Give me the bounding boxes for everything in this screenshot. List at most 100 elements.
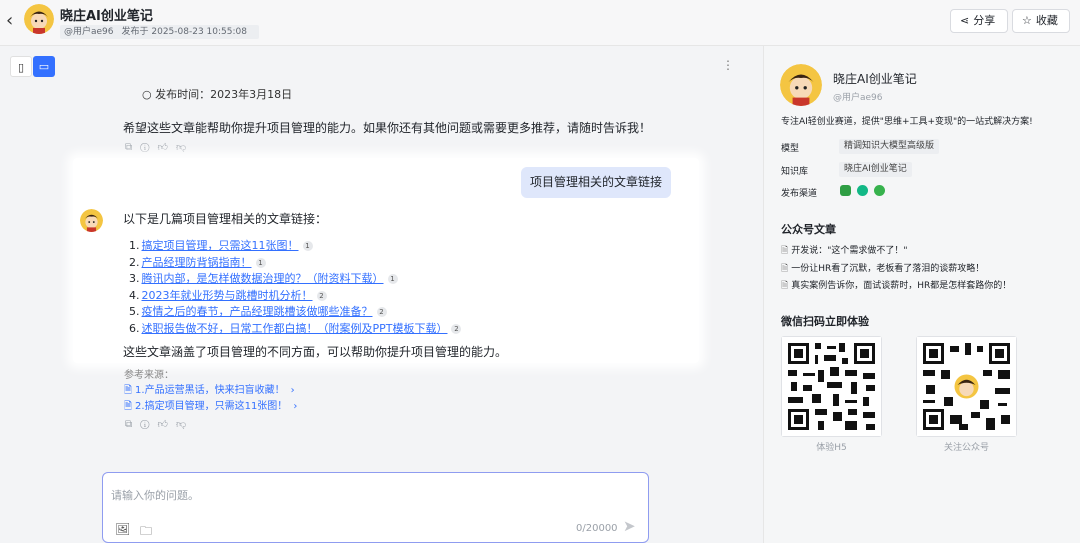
- desktop-view-button[interactable]: ▭: [33, 56, 55, 77]
- list-item: 2. 产品经理防背锅指南！ 1: [129, 255, 461, 272]
- favorite-label: 收藏: [1035, 14, 1058, 27]
- reference-text: 2.搞定项目管理，只需这11张图！: [135, 401, 288, 412]
- profile-name: 晓庄AI创业笔记: [833, 72, 917, 86]
- channel-icon[interactable]: [874, 185, 885, 196]
- citation-badge[interactable]: 2: [316, 290, 327, 301]
- article-link[interactable]: 搞定项目管理，只需这11张图！: [142, 239, 299, 252]
- copy-icon[interactable]: ⧉: [125, 419, 140, 430]
- folder-icon[interactable]: 🗀: [140, 522, 152, 543]
- article-item[interactable]: 🗎 开发说："这个需求做不了！": [781, 243, 908, 259]
- input-placeholder: 请输入你的问题。: [111, 489, 199, 502]
- info-icon[interactable]: ⓘ: [140, 142, 157, 153]
- publish-date: 发布于 2025-08-23 10:55:08: [121, 27, 247, 37]
- chevron-right-icon: ›: [293, 401, 298, 412]
- channel-icon[interactable]: [857, 185, 868, 196]
- link-number: 5.: [129, 305, 140, 318]
- official-account-qr-label: 关注公众号: [943, 443, 989, 453]
- message-actions: ⧉ⓘ👍︎👎︎: [125, 418, 194, 430]
- h5-qr-label: 体验H5: [816, 443, 847, 453]
- assistant-avatar: [80, 209, 103, 232]
- article-title: 真实案例告诉你，面试谈薪时，HR都是怎样套路你的！: [791, 281, 1012, 291]
- mobile-icon: ▯: [17, 61, 25, 74]
- link-number: 1.: [129, 239, 140, 252]
- author-meta: @用户ae96 发布于 2025-08-23 10:55:08: [60, 25, 259, 39]
- info-icon[interactable]: ⓘ: [140, 419, 157, 430]
- link-number: 3.: [129, 272, 140, 285]
- avatar[interactable]: [24, 4, 54, 34]
- document-icon: 🗎: [781, 264, 789, 274]
- star-icon: ☆: [1022, 14, 1032, 27]
- profile-username: @用户ae96: [833, 93, 883, 103]
- channel-label: 发布渠道: [781, 189, 818, 199]
- share-button[interactable]: ⋖ 分享: [950, 9, 1008, 33]
- article-link[interactable]: 2023年就业形势与跳槽时机分析！: [142, 289, 313, 302]
- citation-badge[interactable]: 2: [451, 323, 462, 334]
- list-item: 4. 2023年就业形势与跳槽时机分析！ 2: [129, 288, 461, 305]
- reference-label: 参考来源：: [124, 370, 174, 381]
- message-actions: ⧉ⓘ👍︎👎︎: [125, 141, 194, 153]
- profile-avatar: [780, 64, 822, 106]
- article-item[interactable]: 🗎 一份让HR看了沉默，老板看了落泪的谈薪攻略！: [781, 261, 984, 277]
- mobile-view-button[interactable]: ▯: [10, 56, 32, 77]
- citation-badge[interactable]: 1: [255, 257, 266, 268]
- back-arrow-icon[interactable]: ‹: [6, 12, 20, 30]
- share-icon: ⋖: [960, 14, 970, 27]
- qr-section-title: 微信扫码立即体验: [781, 315, 869, 328]
- page-title: 晓庄AI创业笔记: [60, 9, 153, 24]
- model-value: 精调知识大模型高级版: [839, 139, 940, 154]
- model-label: 模型: [781, 144, 800, 154]
- thumbs-down-icon[interactable]: 👎︎: [176, 142, 194, 153]
- user-message-bubble: 项目管理相关的文章链接: [521, 167, 671, 198]
- share-label: 分享: [973, 14, 996, 27]
- h5-qr-code: [781, 336, 882, 437]
- article-title: 一份让HR看了沉默，老板看了落泪的谈薪攻略！: [791, 264, 985, 274]
- document-icon: 🗎: [781, 246, 789, 256]
- article-link[interactable]: 述职报告做不好，日常工作都白搞！（附案例及PPT模板下载）: [142, 322, 448, 335]
- list-item: 3. 腾讯内部，是怎样做数据治理的？（附资料下载） 1: [129, 271, 461, 288]
- article-item[interactable]: 🗎 真实案例告诉你，面试谈薪时，HR都是怎样套路你的！: [781, 278, 1011, 294]
- chevron-right-icon: ›: [290, 385, 295, 396]
- articles-section-title: 公众号文章: [781, 223, 836, 236]
- link-number: 2.: [129, 255, 140, 269]
- send-icon[interactable]: ➤: [623, 517, 636, 535]
- list-item: 6. 述职报告做不好，日常工作都白搞！（附案例及PPT模板下载） 2: [129, 321, 462, 338]
- thumbs-up-icon[interactable]: 👍︎: [158, 142, 176, 153]
- official-account-qr-code: [916, 336, 1017, 437]
- knowledge-base-label: 知识库: [781, 167, 809, 177]
- author-username: @用户ae96: [64, 27, 114, 37]
- channel-icon[interactable]: [840, 185, 851, 196]
- article-title: 开发说："这个需求做不了！": [791, 246, 908, 256]
- citation-badge[interactable]: 1: [302, 241, 313, 251]
- desktop-icon: ▭: [38, 60, 50, 73]
- prev-publish-time: ○ 发布时间：2023年3月18日: [142, 88, 293, 101]
- link-number: 4.: [129, 288, 140, 302]
- thumbs-down-icon[interactable]: 👎︎: [176, 419, 194, 430]
- answer-outro: 这些文章涵盖了项目管理的不同方面，可以帮助你提升项目管理的能力。: [123, 345, 508, 359]
- copy-icon[interactable]: ⧉: [125, 142, 140, 153]
- prev-closing-text: 希望这些文章能帮助你提升项目管理的能力。如果你还有其他问题或需要更多推荐，请随时…: [123, 121, 652, 135]
- profile-description: 专注AI轻创业赛道，提供"思维+工具+变现"的一站式解决方案!: [781, 117, 1033, 127]
- document-icon: 🗎: [124, 385, 133, 396]
- list-item: 5. 疫情之后的春节，产品经理跳槽该做哪些准备？ 2: [129, 304, 461, 321]
- more-options-icon[interactable]: ⋮: [722, 58, 734, 72]
- favorite-button[interactable]: ☆ 收藏: [1012, 9, 1070, 33]
- list-item: 1. 搞定项目管理，只需这11张图！ 1: [129, 238, 461, 255]
- reference-text: 1.产品运营黑话，快来扫盲收藏！: [135, 385, 285, 396]
- reference-link[interactable]: 🗎 2.搞定项目管理，只需这11张图！ ›: [124, 397, 297, 416]
- document-icon: 🗎: [781, 281, 789, 291]
- document-icon: 🗎: [124, 401, 133, 412]
- article-link[interactable]: 腾讯内部，是怎样做数据治理的？（附资料下载）: [142, 272, 384, 285]
- image-upload-icon[interactable]: 🖼︎: [115, 522, 130, 536]
- top-header: ‹ 晓庄AI创业笔记 @用户ae96 发布于 2025-08-23 10:55:0…: [0, 0, 1080, 46]
- char-counter: 0/20000: [576, 523, 618, 534]
- thumbs-up-icon[interactable]: 👍︎: [158, 419, 176, 430]
- citation-badge[interactable]: 1: [387, 274, 398, 284]
- article-link-list: 1. 搞定项目管理，只需这11张图！ 1 2. 产品经理防背锅指南！ 1 3. 腾讯内部，…: [129, 238, 462, 338]
- question-input[interactable]: 请输入你的问题。 🖼︎ 🗀 0/20000 ➤: [102, 472, 649, 543]
- link-number: 6.: [129, 321, 140, 335]
- article-link[interactable]: 疫情之后的春节，产品经理跳槽该做哪些准备？: [142, 305, 373, 318]
- knowledge-base-value: 晓庄AI创业笔记: [839, 162, 912, 177]
- prev-publish-time-text: 发布时间：2023年3月18日: [155, 88, 293, 101]
- citation-badge[interactable]: 2: [376, 307, 387, 317]
- article-link[interactable]: 产品经理防背锅指南！: [142, 256, 252, 269]
